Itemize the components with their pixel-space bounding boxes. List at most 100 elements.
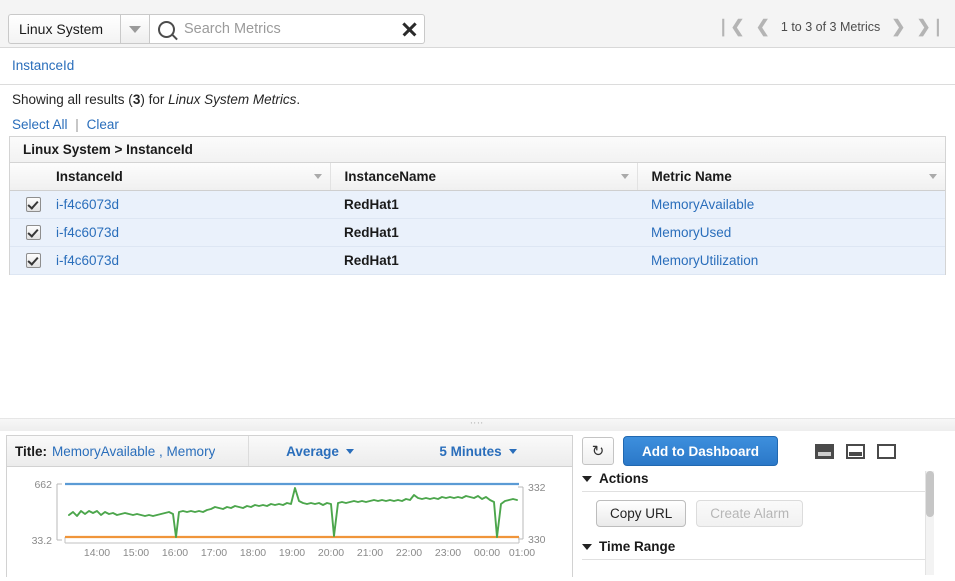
options-scrollbar-thumb[interactable] — [926, 471, 934, 517]
metric-name-link[interactable]: MemoryUsed — [651, 225, 731, 240]
options-toolbar: ↻ Add to Dashboard — [578, 435, 940, 467]
column-header-instance-id[interactable]: InstanceId — [42, 163, 331, 191]
graph-title[interactable]: Title: MemoryAvailable , Memory — [7, 436, 249, 466]
breadcrumb: InstanceId — [12, 58, 74, 73]
results-summary-mid: ) for — [140, 92, 169, 107]
table-header-row: InstanceId InstanceName Metric Name — [10, 163, 945, 191]
left-axis-bracket — [56, 483, 62, 541]
statistic-dropdown[interactable]: Average — [249, 436, 391, 466]
search-toolbar: Linux System ❘❮ ❮ 1 to 3 of 3 Metrics ❯ … — [0, 0, 955, 48]
period-label: 5 Minutes — [439, 443, 502, 459]
triangle-down-icon — [582, 475, 592, 482]
svg-text:00:00: 00:00 — [474, 547, 500, 559]
actions-section-rule — [582, 491, 934, 492]
create-alarm-label: Create Alarm — [710, 506, 790, 521]
results-scope: Linux System Metrics — [168, 92, 297, 107]
svg-text:14:00: 14:00 — [84, 547, 110, 559]
chevron-down-icon — [508, 448, 517, 454]
time-range-section-header[interactable]: Time Range — [582, 539, 940, 554]
instance-id-link[interactable]: i-f4c6073d — [56, 225, 119, 240]
namespace-select-caret[interactable] — [120, 14, 150, 44]
close-icon[interactable] — [396, 16, 422, 42]
instance-id-link[interactable]: i-f4c6073d — [56, 253, 119, 268]
cell-metric-name: MemoryAvailable — [637, 190, 945, 219]
column-header-instance-name[interactable]: InstanceName — [330, 163, 638, 191]
select-all-link[interactable]: Select All — [12, 117, 68, 132]
svg-text:16:00: 16:00 — [162, 547, 188, 559]
metric-search-group: Linux System — [8, 14, 425, 44]
cell-instance-id: i-f4c6073d — [42, 190, 330, 219]
refresh-button[interactable]: ↻ — [582, 437, 614, 465]
breadcrumb-divider — [0, 84, 955, 85]
cell-instance-name: RedHat1 — [330, 246, 637, 275]
copy-url-button[interactable]: Copy URL — [596, 500, 687, 527]
time-range-section-rule — [582, 559, 934, 560]
chart-canvas: 662 33.2 332 330 14:00 15:00 16:00 17:00… — [32, 479, 546, 559]
last-page-icon[interactable]: ❯❘ — [917, 18, 946, 35]
layout-split-icon[interactable] — [846, 443, 865, 459]
results-summary-suffix: . — [296, 92, 301, 107]
chevron-down-icon — [345, 448, 354, 454]
chevron-down-icon[interactable] — [929, 174, 937, 179]
metrics-table: InstanceId InstanceName Metric Name i-f4… — [10, 163, 945, 275]
table-caption: Linux System > InstanceId — [10, 137, 945, 163]
layout-full-icon[interactable] — [877, 443, 896, 459]
namespace-select[interactable]: Linux System — [8, 14, 120, 44]
graph-title-value: MemoryAvailable , Memory — [52, 443, 216, 459]
table-row[interactable]: i-f4c6073d RedHat1 MemoryUsed — [10, 218, 945, 247]
table-row[interactable]: i-f4c6073d RedHat1 MemoryUtilization — [10, 246, 945, 275]
metric-name-link[interactable]: MemoryAvailable — [651, 197, 754, 212]
instance-id-link[interactable]: i-f4c6073d — [56, 197, 119, 212]
chevron-down-icon — [129, 25, 141, 33]
cell-instance-name: RedHat1 — [330, 218, 637, 247]
cell-metric-name: MemoryUsed — [637, 218, 945, 247]
actions-section-label: Actions — [599, 471, 649, 486]
results-summary: Showing all results (3) for Linux System… — [12, 92, 300, 107]
table-row[interactable]: i-f4c6073d RedHat1 MemoryAvailable — [10, 190, 945, 219]
clear-link[interactable]: Clear — [87, 117, 119, 132]
cell-instance-id: i-f4c6073d — [42, 246, 330, 275]
svg-text:18:00: 18:00 — [240, 547, 266, 559]
select-all-column-header — [10, 163, 42, 191]
svg-text:15:00: 15:00 — [123, 547, 149, 559]
row-checkbox-cell — [10, 190, 42, 219]
chevron-down-icon[interactable] — [620, 174, 629, 179]
options-scrollbar[interactable] — [925, 471, 934, 575]
row-checkbox[interactable] — [25, 253, 41, 269]
series-line-green — [68, 487, 518, 538]
metric-name-link[interactable]: MemoryUtilization — [651, 253, 758, 268]
graph-toolbar: Title: MemoryAvailable , Memory Average … — [7, 436, 572, 467]
period-dropdown[interactable]: 5 Minutes — [391, 436, 565, 466]
cell-metric-name: MemoryUtilization — [637, 246, 945, 275]
actions-section-header[interactable]: Actions — [582, 471, 940, 486]
chevron-down-icon[interactable] — [313, 174, 322, 179]
selection-separator: | — [75, 117, 79, 132]
search-icon — [158, 20, 175, 38]
actions-buttons: Copy URL Create Alarm — [596, 500, 940, 527]
breadcrumb-dimension-link[interactable]: InstanceId — [12, 58, 74, 73]
right-axis-tick-min: 330 — [528, 534, 546, 546]
svg-text:21:00: 21:00 — [357, 547, 383, 559]
cell-instance-id: i-f4c6073d — [42, 218, 330, 247]
column-header-label: Metric Name — [651, 169, 732, 184]
row-checkbox[interactable] — [25, 225, 41, 241]
options-pane: ↻ Add to Dashboard Actions Copy URL Crea… — [578, 435, 940, 577]
row-checkbox[interactable] — [25, 197, 41, 213]
svg-text:23:00: 23:00 — [435, 547, 461, 559]
add-to-dashboard-button[interactable]: Add to Dashboard — [623, 436, 778, 466]
column-header-metric-name[interactable]: Metric Name — [637, 163, 945, 191]
add-to-dashboard-label: Add to Dashboard — [642, 443, 759, 459]
time-range-section-label: Time Range — [599, 539, 676, 554]
next-page-icon[interactable]: ❯ — [891, 18, 905, 35]
column-header-label: InstanceName — [344, 169, 437, 184]
layout-bottom-icon[interactable] — [815, 443, 834, 459]
row-checkbox-cell — [10, 218, 42, 247]
pagination-label: 1 to 3 of 3 Metrics — [780, 19, 881, 34]
prev-page-icon[interactable]: ❮ — [756, 18, 770, 35]
metric-chart[interactable]: 662 33.2 332 330 14:00 15:00 16:00 17:00… — [7, 467, 572, 577]
create-alarm-button: Create Alarm — [696, 500, 804, 527]
row-checkbox-cell — [10, 246, 42, 275]
search-input[interactable] — [182, 20, 396, 38]
results-summary-prefix: Showing all results ( — [12, 92, 133, 107]
first-page-icon[interactable]: ❘❮ — [716, 18, 745, 35]
